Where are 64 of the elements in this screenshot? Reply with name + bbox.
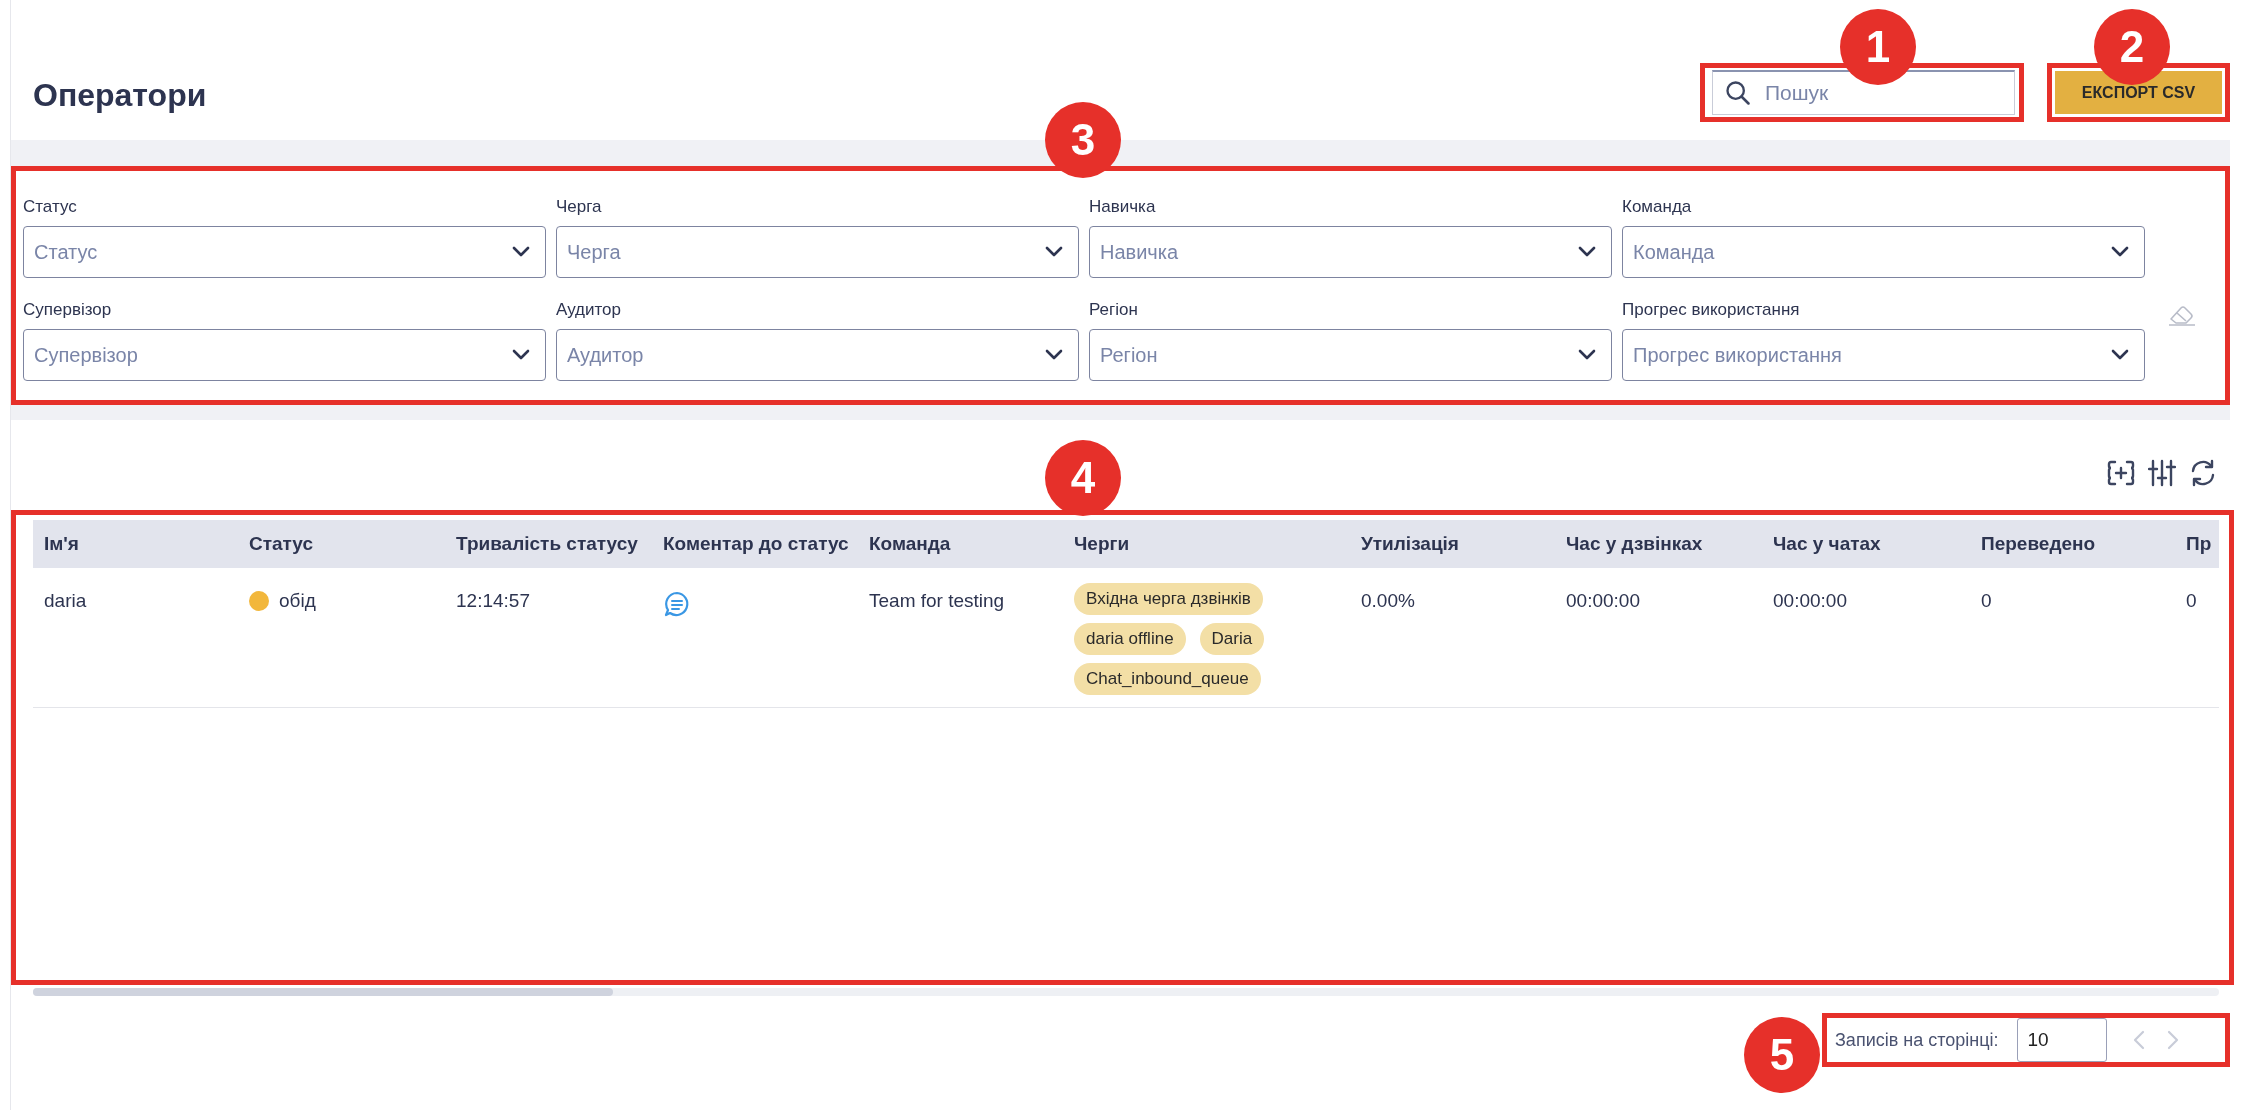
table-cell: 0.00% — [1361, 590, 1415, 612]
column-header[interactable]: Коментар до статус — [652, 533, 858, 555]
rows-per-page-label: Записів на сторінці: — [1835, 1029, 1999, 1051]
filter-label: Супервізор — [23, 300, 113, 320]
chevron-down-icon — [2110, 246, 2130, 258]
filter-label: Регіон — [1089, 300, 1139, 320]
filter-label: Аудитор — [556, 300, 622, 320]
chevron-down-icon — [1044, 349, 1064, 361]
queue-tag: Daria — [1199, 623, 1265, 655]
table-cell: 0 — [1981, 590, 1992, 612]
filter-dropdown[interactable]: Супервізор — [23, 329, 546, 381]
filter-dropdown[interactable]: Статус — [23, 226, 546, 278]
export-button[interactable]: ЕКСПОРТ CSV — [2055, 71, 2222, 114]
sliders-icon[interactable] — [2148, 458, 2176, 488]
filter-label: Прогрес використання — [1622, 300, 1801, 320]
column-header[interactable]: Час у чатах — [1762, 533, 1970, 555]
table-cell: daria — [44, 590, 87, 612]
eraser-icon[interactable] — [2167, 303, 2197, 327]
chevron-down-icon — [1044, 246, 1064, 258]
column-header[interactable]: Пр — [2175, 533, 2219, 555]
filter-label: Статус — [23, 197, 78, 217]
filter-label: Команда — [1622, 197, 1693, 217]
column-header[interactable]: Статус — [238, 533, 445, 555]
filter-dropdown[interactable]: Команда — [1622, 226, 2145, 278]
column-header[interactable]: Час у дзвінках — [1555, 533, 1762, 555]
callout-number: 2 — [2094, 9, 2170, 85]
filter-dropdown[interactable]: Аудитор — [556, 329, 1079, 381]
table-cell: 00:00:00 — [1566, 590, 1640, 612]
queue-tag: daria offline — [1074, 623, 1186, 655]
chevron-down-icon — [511, 349, 531, 361]
filter-dropdown[interactable]: Навичка — [1089, 226, 1612, 278]
column-header[interactable]: Ім'я — [33, 533, 238, 555]
rows-per-page-field[interactable]: 10 — [2016, 1018, 2107, 1062]
column-header[interactable]: Переведено — [1970, 533, 2175, 555]
queue-tag: Chat_inbound_queue — [1074, 663, 1261, 695]
table-cell: 12:14:57 — [456, 590, 530, 612]
column-header[interactable]: Черги — [1063, 533, 1350, 555]
queue-tag: Вхідна черга дзвінків — [1074, 583, 1263, 615]
table-cell: 0 — [2186, 590, 2197, 612]
callout-number: 4 — [1045, 440, 1121, 516]
table-cell: Team for testing — [869, 590, 1005, 612]
horizontal-scrollbar[interactable] — [33, 988, 2219, 996]
filter-label: Черга — [556, 197, 603, 217]
column-header[interactable]: Утилізація — [1350, 533, 1555, 555]
callout-number: 1 — [1840, 9, 1916, 85]
filter-dropdown[interactable]: Прогрес використання — [1622, 329, 2145, 381]
filter-dropdown[interactable]: Черга — [556, 226, 1079, 278]
table-cell: 00:00:00 — [1773, 590, 1847, 612]
search-field[interactable]: Пошук — [1712, 70, 2015, 115]
column-header[interactable]: Тривалість статусу — [445, 533, 652, 555]
callout-number: 5 — [1744, 1017, 1820, 1093]
filter-label: Навичка — [1089, 197, 1157, 217]
chevron-down-icon — [2110, 349, 2130, 361]
chevron-down-icon — [1577, 246, 1597, 258]
search-icon — [1724, 79, 1752, 107]
filter-dropdown[interactable]: Регіон — [1089, 329, 1612, 381]
chevron-down-icon — [511, 246, 531, 258]
page-title: Оператори — [33, 76, 208, 114]
expand-columns-icon[interactable] — [2106, 458, 2136, 488]
callout-number: 3 — [1045, 102, 1121, 178]
column-header[interactable]: Команда — [858, 533, 1063, 555]
chat-bubble-icon[interactable] — [663, 590, 691, 618]
status-text: обід — [279, 590, 316, 612]
chevron-down-icon — [1577, 349, 1597, 361]
